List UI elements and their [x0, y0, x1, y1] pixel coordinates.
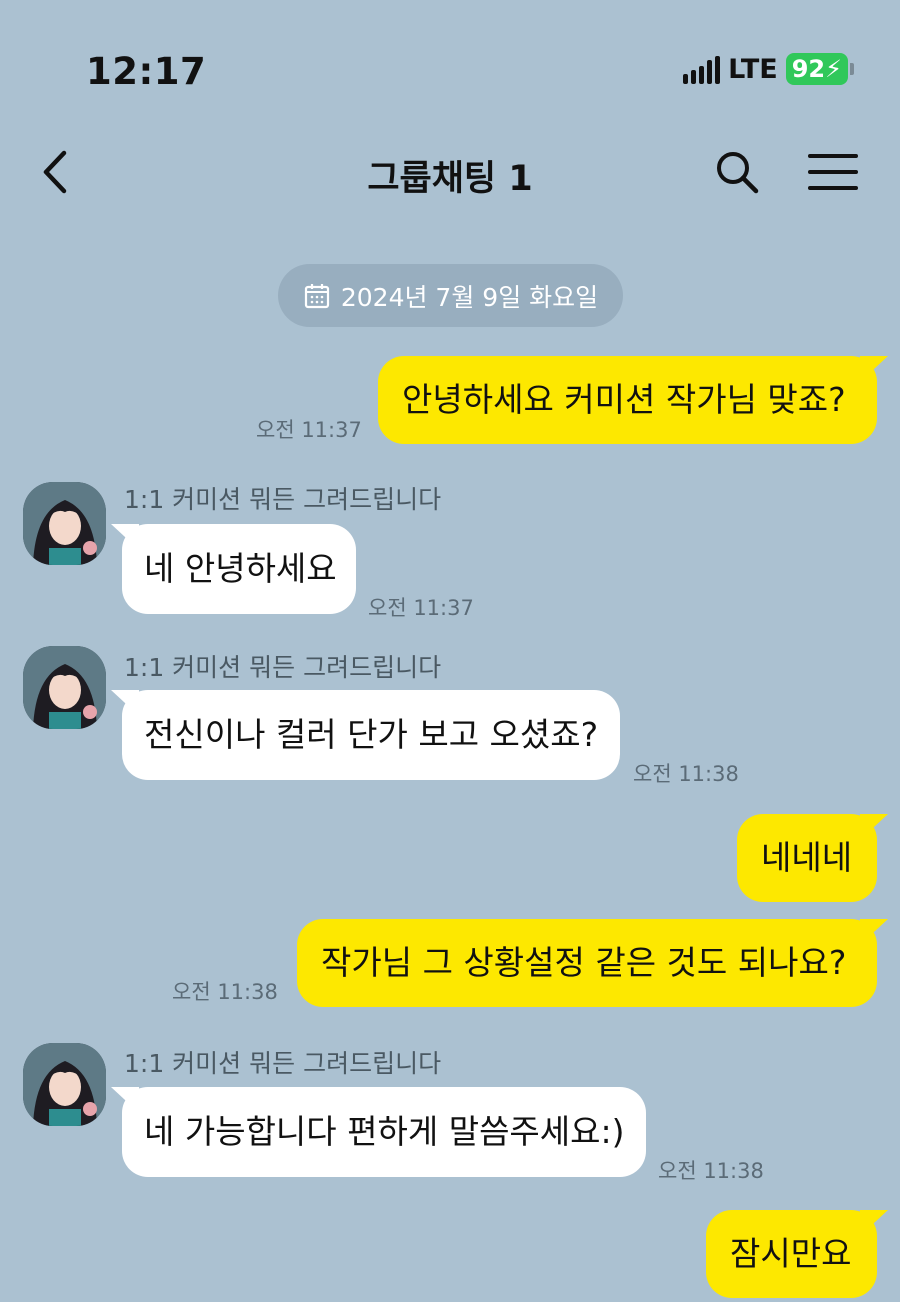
outgoing-message[interactable]: 안녕하세요 커미션 작가님 맞죠?	[378, 356, 877, 444]
battery-level: 92	[791, 55, 826, 83]
search-button[interactable]	[708, 146, 766, 198]
network-type: LTE	[728, 53, 778, 85]
sender-name: 1:1 커미션 뭐든 그려드립니다	[124, 485, 442, 514]
message-time: 오전 11:38	[172, 980, 278, 1004]
message-time: 오전 11:37	[368, 596, 474, 620]
avatar[interactable]	[23, 646, 106, 729]
incoming-message[interactable]: 네 안녕하세요	[122, 524, 356, 614]
message-time: 오전 11:38	[633, 762, 739, 786]
signal-icon	[683, 54, 721, 84]
outgoing-message[interactable]: 네네네	[737, 814, 877, 902]
calendar-icon	[304, 283, 329, 308]
incoming-message[interactable]: 전신이나 컬러 단가 보고 오셨죠?	[122, 690, 620, 780]
menu-button[interactable]	[804, 146, 862, 198]
message-time: 오전 11:37	[256, 418, 362, 442]
status-time: 12:17	[86, 50, 207, 93]
sender-name: 1:1 커미션 뭐든 그려드립니다	[124, 1049, 442, 1078]
search-icon	[717, 152, 759, 194]
avatar-image	[23, 646, 106, 729]
avatar[interactable]	[23, 1043, 106, 1126]
status-indicators: LTE 92⚡	[683, 53, 854, 85]
message-time: 오전 11:38	[658, 1159, 764, 1183]
avatar-image	[23, 482, 106, 565]
avatar[interactable]	[23, 482, 106, 565]
outgoing-message[interactable]: 잠시만요	[706, 1210, 877, 1298]
battery-icon: 92⚡	[785, 53, 848, 85]
incoming-message[interactable]: 네 가능합니다 편하게 말씀주세요:)	[122, 1087, 646, 1177]
battery-tip	[850, 63, 854, 75]
avatar-image	[23, 1043, 106, 1126]
date-text: 2024년 7월 9일 화요일	[340, 282, 599, 312]
sender-name: 1:1 커미션 뭐든 그려드립니다	[124, 653, 442, 682]
date-divider: 2024년 7월 9일 화요일	[278, 264, 623, 327]
outgoing-message[interactable]: 작가님 그 상황설정 같은 것도 되나요?	[297, 919, 877, 1007]
hamburger-menu-icon	[808, 154, 858, 190]
